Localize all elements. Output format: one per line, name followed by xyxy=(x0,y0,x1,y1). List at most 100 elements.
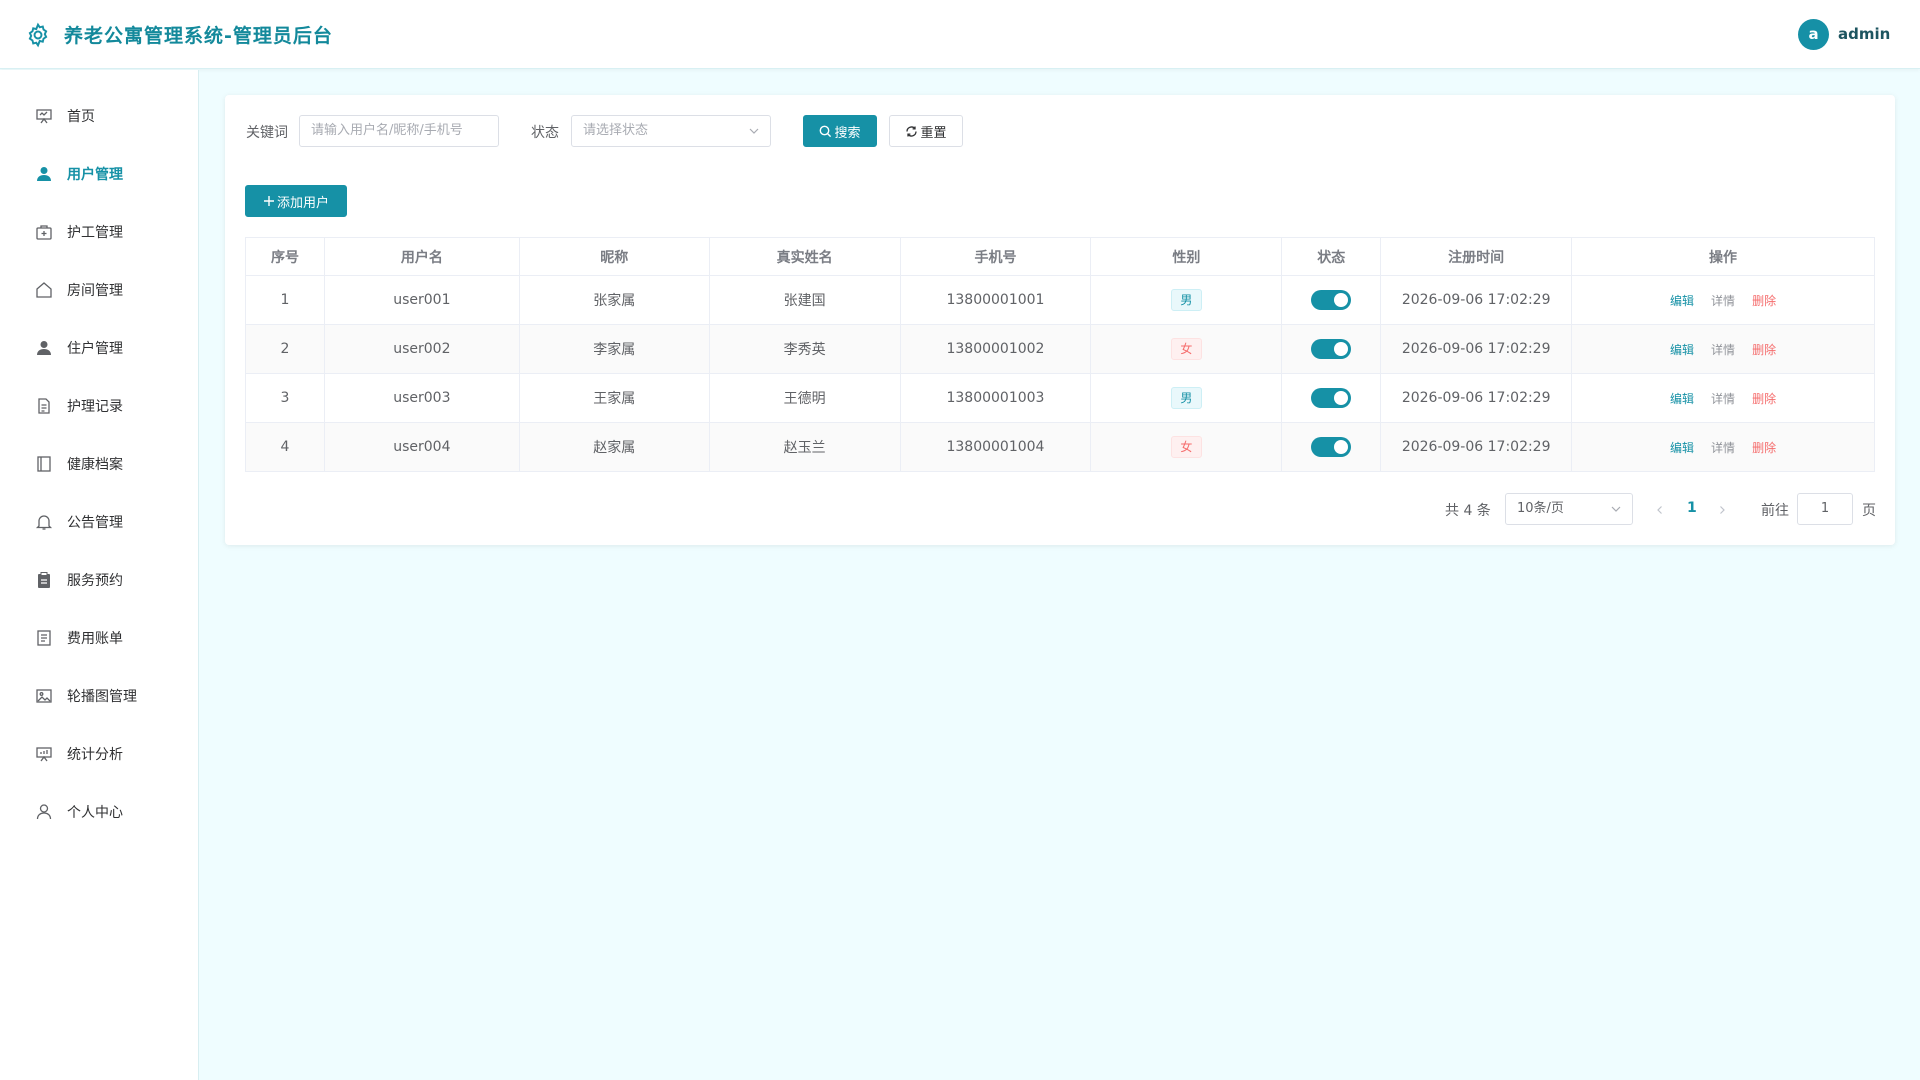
sidebar-item-label: 轮播图管理 xyxy=(67,689,137,705)
dashboard-icon xyxy=(36,109,52,124)
cell-gender: 男 xyxy=(1090,275,1283,325)
keyword-placeholder: 请输入用户名/昵称/手机号 xyxy=(311,123,463,138)
status-toggle[interactable] xyxy=(1311,437,1352,457)
sidebar-item-statistics[interactable]: 统计分析 xyxy=(0,725,199,783)
toggle-knob xyxy=(1334,293,1349,307)
detail-link[interactable]: 详情 xyxy=(1711,341,1735,358)
cell-index: 4 xyxy=(245,422,325,472)
sidebar-item-label: 护工管理 xyxy=(67,225,123,241)
bell-icon xyxy=(35,515,53,530)
prev-page-button[interactable] xyxy=(1653,500,1667,520)
column-header: 昵称 xyxy=(518,237,710,276)
add-user-button[interactable]: 添加用户 xyxy=(245,185,347,217)
edit-link[interactable]: 编辑 xyxy=(1670,390,1694,407)
toggle-knob xyxy=(1334,342,1349,356)
sidebar-item-caregivers[interactable]: 护工管理 xyxy=(0,203,199,261)
sidebar-item-profile[interactable]: 个人中心 xyxy=(0,783,199,841)
toggle-knob xyxy=(1334,391,1349,405)
sidebar-item-home[interactable]: 首页 xyxy=(0,87,199,145)
next-page-button[interactable] xyxy=(1715,500,1729,520)
add-user-button-label: 添加用户 xyxy=(276,195,329,211)
sidebar-item-care-records[interactable]: 护理记录 xyxy=(0,377,199,435)
chevron-down-icon xyxy=(1611,506,1621,512)
cell-realname: 赵玉兰 xyxy=(708,422,901,472)
sidebar-item-label: 房间管理 xyxy=(67,283,123,299)
status-toggle[interactable] xyxy=(1311,290,1352,310)
detail-link[interactable]: 详情 xyxy=(1711,292,1735,309)
sidebar-item-health-records[interactable]: 健康档案 xyxy=(0,435,199,493)
search-button-label: 搜索 xyxy=(834,125,861,141)
chart-board-icon xyxy=(36,747,52,762)
sidebar-item-label: 服务预约 xyxy=(67,573,123,589)
user-name[interactable]: admin xyxy=(1838,25,1890,43)
chevron-down-icon xyxy=(749,128,759,134)
reset-button-label: 重置 xyxy=(920,125,947,141)
detail-link[interactable]: 详情 xyxy=(1711,390,1735,407)
cell-phone: 13800001002 xyxy=(899,324,1092,374)
delete-link[interactable]: 删除 xyxy=(1752,341,1776,358)
cell-phone: 13800001004 xyxy=(899,422,1092,472)
cell-username: user001 xyxy=(323,275,520,325)
sidebar-item-label: 公告管理 xyxy=(67,515,123,531)
page-unit-label: 页 xyxy=(1862,503,1876,519)
app-title: 养老公寓管理系统-管理员后台 xyxy=(64,25,333,47)
bill-icon xyxy=(37,630,51,646)
sidebar-item-label: 个人中心 xyxy=(67,805,123,821)
keyword-input[interactable]: 请输入用户名/昵称/手机号 xyxy=(299,115,499,147)
cell-registered: 2026-09-06 17:02:29 xyxy=(1380,275,1573,325)
first-aid-kit-icon xyxy=(36,225,52,240)
column-header: 用户名 xyxy=(323,237,520,276)
status-toggle[interactable] xyxy=(1311,339,1352,359)
cell-status xyxy=(1281,422,1382,472)
clipboard-icon xyxy=(38,572,50,588)
sidebar-item-announcements[interactable]: 公告管理 xyxy=(0,493,199,551)
cell-status xyxy=(1281,275,1382,325)
refresh-icon xyxy=(906,125,918,137)
sidebar-item-label: 费用账单 xyxy=(67,631,123,647)
cell-actions: 编辑 详情 删除 xyxy=(1571,324,1875,374)
reset-button[interactable]: 重置 xyxy=(889,115,963,147)
gender-tag: 女 xyxy=(1170,338,1202,360)
sidebar-item-carousel[interactable]: 轮播图管理 xyxy=(0,667,199,725)
sidebar-item-users[interactable]: 用户管理 xyxy=(0,145,199,203)
page-number-current[interactable]: 1 xyxy=(1687,500,1697,516)
edit-link[interactable]: 编辑 xyxy=(1670,292,1694,309)
cell-realname: 王德明 xyxy=(708,373,901,423)
sidebar-item-service-booking[interactable]: 服务预约 xyxy=(0,551,199,609)
table-row: 3 user003 王家属 王德明 13800001003 男 2026-09-… xyxy=(245,373,1875,423)
resident-icon xyxy=(37,341,51,355)
cell-phone: 13800001003 xyxy=(899,373,1092,423)
cell-gender: 男 xyxy=(1090,373,1283,423)
delete-link[interactable]: 删除 xyxy=(1752,439,1776,456)
sidebar-item-billing[interactable]: 费用账单 xyxy=(0,609,199,667)
delete-link[interactable]: 删除 xyxy=(1752,390,1776,407)
sidebar-item-residents[interactable]: 住户管理 xyxy=(0,319,199,377)
avatar[interactable]: a xyxy=(1798,19,1829,50)
cell-registered: 2026-09-06 17:02:29 xyxy=(1380,324,1573,374)
cell-actions: 编辑 详情 删除 xyxy=(1571,422,1875,472)
pagination-total: 共 4 条 xyxy=(1445,503,1491,519)
status-toggle[interactable] xyxy=(1311,388,1352,408)
sidebar-item-rooms[interactable]: 房间管理 xyxy=(0,261,199,319)
edit-link[interactable]: 编辑 xyxy=(1670,439,1694,456)
search-icon xyxy=(820,125,832,137)
detail-link[interactable]: 详情 xyxy=(1711,439,1735,456)
edit-link[interactable]: 编辑 xyxy=(1670,341,1694,358)
cell-nickname: 张家属 xyxy=(518,275,710,325)
page-jump-input[interactable]: 1 xyxy=(1797,493,1853,525)
document-icon xyxy=(38,398,50,414)
users-table: 序号 用户名 昵称 真实姓名 手机号 性别 状态 注册时间 操作 1 user0… xyxy=(245,237,1875,472)
top-header: 养老公寓管理系统-管理员后台 a admin xyxy=(0,0,1920,69)
search-button[interactable]: 搜索 xyxy=(803,115,877,147)
cell-username: user004 xyxy=(323,422,520,472)
table-row: 1 user001 张家属 张建国 13800001001 男 2026-09-… xyxy=(245,275,1875,325)
column-header: 状态 xyxy=(1281,237,1382,276)
cell-realname: 李秀英 xyxy=(708,324,901,374)
delete-link[interactable]: 删除 xyxy=(1752,292,1776,309)
cell-nickname: 赵家属 xyxy=(518,422,710,472)
status-select[interactable]: 请选择状态 xyxy=(571,115,771,147)
page-size-select[interactable]: 10条/页 xyxy=(1505,493,1633,525)
sidebar-item-label: 首页 xyxy=(67,109,95,125)
cell-actions: 编辑 详情 删除 xyxy=(1571,373,1875,423)
picture-icon xyxy=(36,689,52,703)
